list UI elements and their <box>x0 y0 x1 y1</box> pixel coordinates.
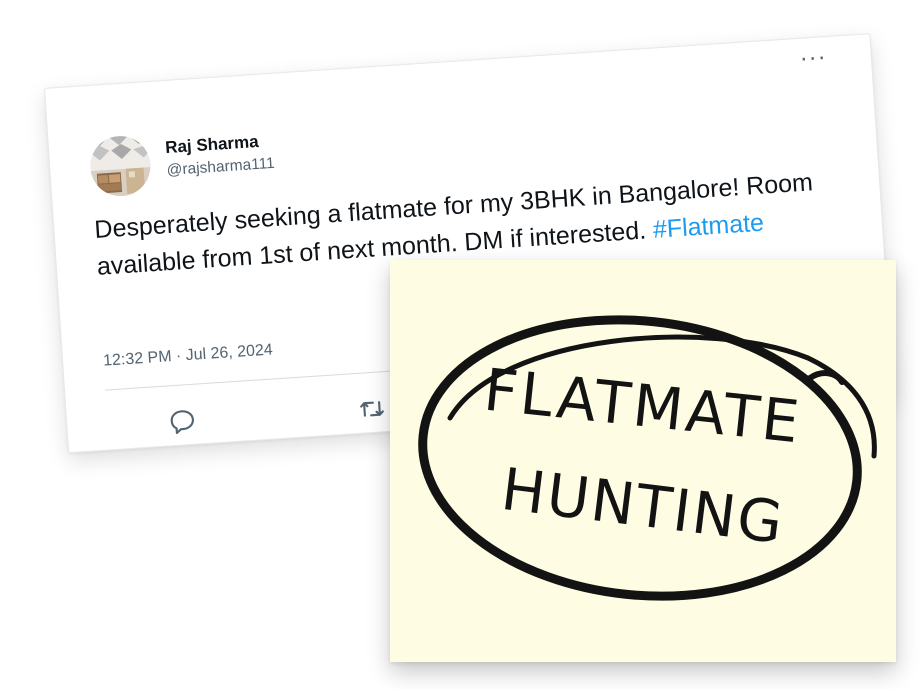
tweet-timestamp[interactable]: 12:32 PM · Jul 26, 2024 <box>103 341 274 370</box>
hashtag-link[interactable]: #Flatmate <box>652 209 765 244</box>
more-options-icon[interactable]: ··· <box>799 43 828 72</box>
tweet-date: Jul 26, 2024 <box>185 341 274 365</box>
retweet-arrows-icon <box>360 401 384 417</box>
author-handle[interactable]: @rajsharma111 <box>166 155 275 180</box>
author-name[interactable]: Raj Sharma <box>165 132 260 158</box>
meta-separator: · <box>171 347 187 366</box>
reply-button[interactable] <box>166 406 198 443</box>
tweet-time: 12:32 PM <box>102 348 173 370</box>
avatar[interactable] <box>88 134 153 199</box>
sticky-note: Flatmate Hunting <box>390 260 896 662</box>
retweet-button[interactable] <box>356 393 388 430</box>
speech-bubble-icon <box>170 410 194 435</box>
